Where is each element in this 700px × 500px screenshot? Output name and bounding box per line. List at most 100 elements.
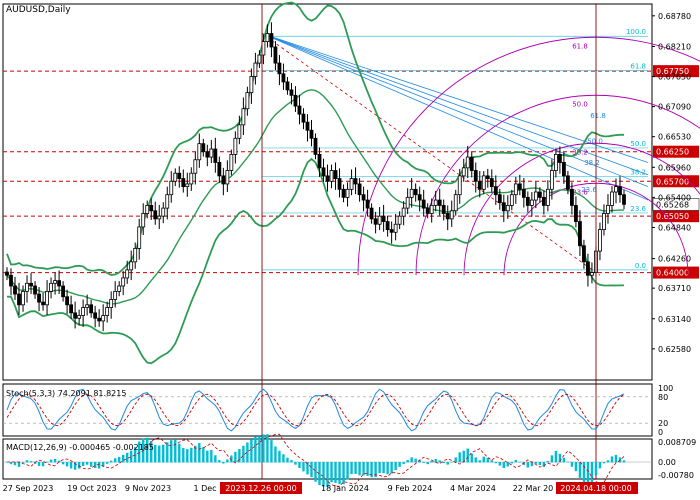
- fan-label: 61.8: [590, 112, 606, 120]
- candle-body: [69, 304, 74, 314]
- candle-body: [333, 170, 338, 179]
- macd-histogram-bar: [486, 457, 489, 463]
- macd-histogram-bar: [350, 462, 353, 475]
- macd-histogram-bar: [606, 460, 610, 463]
- candle-body: [477, 180, 482, 190]
- candle-body: [473, 170, 478, 182]
- candle-body: [505, 205, 510, 212]
- candle-body: [317, 153, 322, 169]
- candle-body: [325, 175, 330, 182]
- macd-histogram-bar: [266, 434, 269, 463]
- candle-body: [521, 188, 526, 198]
- fib-level-label: 23.6: [630, 205, 646, 213]
- candle-body: [301, 113, 306, 123]
- candle-body: [517, 183, 522, 190]
- price-tick-label: 0.63140: [658, 315, 691, 324]
- candle-body: [297, 105, 302, 115]
- macd-histogram-bar: [85, 462, 89, 465]
- macd-histogram-bar: [378, 462, 381, 474]
- macd-histogram-bar: [450, 461, 453, 463]
- date-label-current: 2024.04.18 00:00: [560, 484, 631, 493]
- stoch-axis-label: 20: [658, 419, 668, 428]
- candle-body: [105, 307, 110, 316]
- macd-histogram-bar: [346, 462, 349, 480]
- price-chart: 0.677500.662500.657000.650500.640000.652…: [2, 1, 700, 494]
- candle-body: [433, 199, 438, 206]
- macd-histogram-bar: [550, 455, 554, 463]
- candle-body: [513, 183, 518, 196]
- candle-body: [578, 221, 582, 247]
- macd-histogram-bar: [502, 462, 506, 468]
- candle-body: [321, 167, 326, 177]
- candle-body: [269, 33, 274, 48]
- fib-level-label: 50.0: [630, 140, 646, 148]
- candle-body: [245, 92, 250, 110]
- candle-body: [273, 46, 278, 64]
- macd-histogram-bar: [482, 456, 485, 463]
- candle-body: [225, 170, 230, 185]
- price-tick-label: 0.64840: [658, 223, 691, 232]
- candle-body: [249, 76, 254, 94]
- candle-body: [353, 178, 358, 185]
- candle-body: [501, 202, 506, 212]
- level-label: 0.64000: [656, 269, 689, 278]
- macd-histogram-bar: [610, 456, 614, 463]
- macd-histogram-bar: [226, 459, 229, 463]
- macd-histogram-bar: [154, 444, 157, 463]
- macd-histogram-bar: [490, 460, 493, 463]
- macd-histogram-bar: [430, 460, 433, 463]
- macd-histogram-bar: [45, 461, 49, 463]
- candle-body: [529, 199, 534, 206]
- candle-body: [485, 175, 490, 179]
- macd-histogram-bar: [562, 457, 566, 463]
- candle-body: [45, 290, 49, 306]
- candle-body: [109, 299, 114, 308]
- macd-histogram-bar: [13, 462, 17, 466]
- candle-body: [185, 183, 190, 188]
- macd-histogram-bar: [206, 450, 209, 463]
- candle-body: [445, 213, 450, 220]
- macd-histogram-bar: [25, 460, 29, 463]
- price-tick-label: 0.62580: [658, 345, 691, 354]
- candle-body: [397, 215, 402, 225]
- macd-histogram-bar: [446, 462, 449, 465]
- candle-body: [157, 215, 162, 220]
- candle-body: [149, 205, 154, 212]
- macd-histogram-bar: [198, 443, 201, 463]
- bollinger-lower: [7, 157, 624, 365]
- macd-histogram-bar: [29, 461, 33, 463]
- macd-histogram-bar: [394, 462, 397, 471]
- price-tick-label: 0.67650: [658, 73, 691, 82]
- candle-body: [77, 315, 82, 319]
- macd-histogram-bar: [121, 454, 125, 463]
- macd-histogram-bar: [210, 449, 213, 463]
- macd-histogram-bar: [334, 462, 337, 483]
- candle-body: [57, 280, 61, 287]
- candle-body: [602, 213, 606, 231]
- fib-level-label: 100.0: [626, 28, 646, 36]
- price-tick-label: 0.63710: [658, 284, 691, 293]
- candle-body: [113, 290, 118, 300]
- fib-level-label: 61.8: [630, 63, 646, 71]
- candle-body: [285, 81, 290, 91]
- macd-histogram-bar: [65, 462, 69, 467]
- macd-histogram-bar: [49, 459, 53, 463]
- candle-body: [241, 108, 246, 126]
- candle-body: [289, 89, 294, 96]
- candle-body: [610, 191, 614, 206]
- macd-histogram-bar: [390, 462, 393, 474]
- fib-level-label: 0.0: [635, 262, 646, 270]
- candle-body: [582, 245, 586, 263]
- candle-body: [41, 301, 45, 306]
- candle-body: [606, 205, 610, 214]
- chart-title: AUDUSD,Daily: [6, 5, 71, 15]
- candle-body: [457, 175, 462, 196]
- macd-histogram-bar: [506, 462, 510, 467]
- candle-body: [169, 180, 174, 196]
- candle-body: [165, 194, 170, 209]
- macd-histogram-bar: [566, 461, 570, 463]
- macd-axis-label: 0.008709: [658, 438, 696, 447]
- candle-body: [365, 199, 370, 209]
- macd-histogram-bar: [590, 462, 594, 483]
- macd-histogram-bar: [202, 447, 205, 463]
